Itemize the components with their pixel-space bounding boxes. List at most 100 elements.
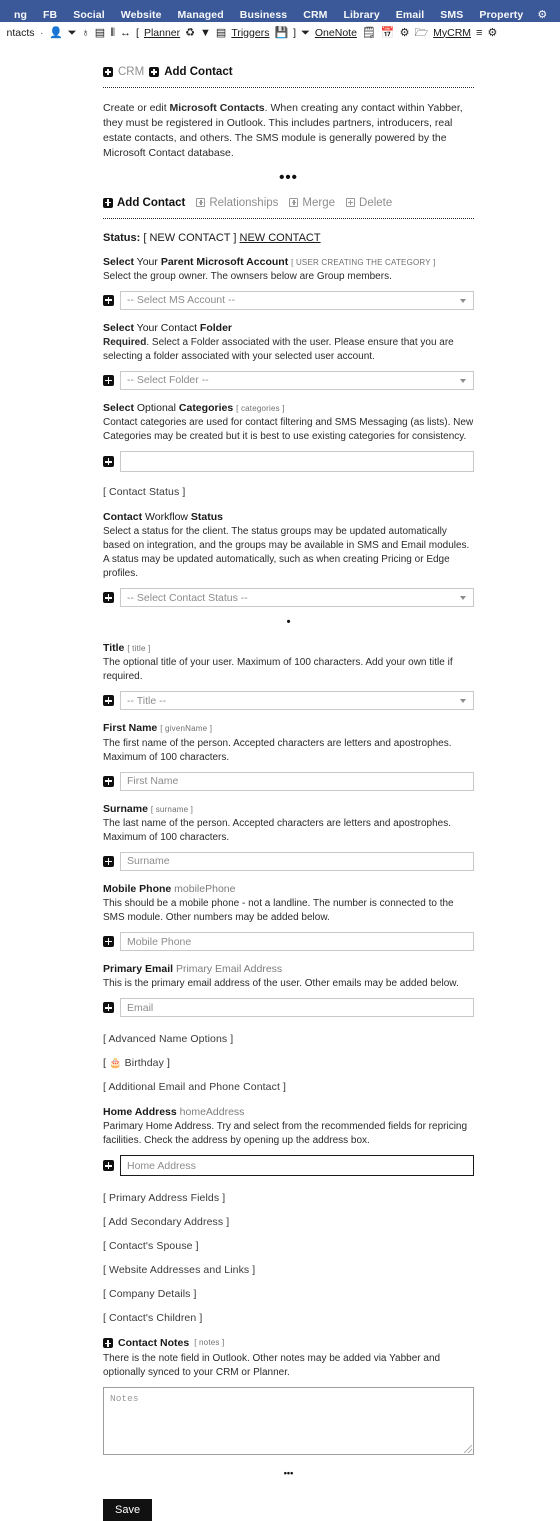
nav-item-email[interactable]: Email	[388, 9, 433, 21]
plus-icon[interactable]	[103, 936, 114, 947]
toolbar-separator: ·	[40, 26, 44, 39]
label-contact-notes: Contact Notes	[118, 1337, 190, 1350]
first-name-input[interactable]: First Name	[120, 771, 474, 791]
bracket-open: [	[136, 26, 139, 39]
calendar-icon[interactable]: ▤	[92, 26, 107, 40]
divider	[103, 217, 474, 219]
plus-outline-icon[interactable]	[346, 198, 356, 208]
add-person-icon[interactable]: 👤	[47, 26, 66, 40]
title-select[interactable]: -- Title --	[120, 691, 474, 711]
link-add-secondary-address[interactable]: [ Add Secondary Address ]	[103, 1216, 474, 1228]
email-input[interactable]: Email	[120, 998, 474, 1018]
nav-item-library[interactable]: Library	[335, 9, 387, 21]
mobile-phone-input[interactable]: Mobile Phone	[120, 932, 474, 951]
field-surname: Surname [ surname ] The last name of the…	[103, 802, 474, 871]
note-icon[interactable]: ⏷	[65, 26, 79, 40]
nav-item-managed[interactable]: Managed	[170, 9, 232, 21]
filter-icon[interactable]: ▼	[198, 26, 214, 40]
plus-icon[interactable]	[149, 67, 160, 77]
sliders-icon[interactable]: ⦀	[108, 26, 118, 40]
link-birthday[interactable]: [ 🎂 Birthday ]	[103, 1057, 474, 1069]
plus-icon[interactable]	[103, 592, 114, 604]
link-contact-status[interactable]: [ Contact Status ]	[103, 486, 474, 498]
nav-item-business[interactable]: Business	[232, 9, 296, 21]
onenote-note-icon[interactable]: ⏷	[299, 26, 313, 40]
settings-gear-icon[interactable]: ⚙	[531, 9, 553, 21]
contact-folder-select[interactable]: -- Select Folder --	[120, 370, 474, 390]
field-description: There is the note field in Outlook. Othe…	[103, 1352, 441, 1378]
home-address-input[interactable]: Home Address	[120, 1155, 474, 1177]
nav-item-property[interactable]: Property	[471, 9, 531, 21]
plus-icon[interactable]	[103, 294, 114, 306]
toolbar-gear-icon[interactable]: ⚙	[485, 26, 500, 40]
recycle-icon[interactable]: ♻	[183, 26, 198, 40]
breadcrumb: CRM Add Contact	[103, 66, 474, 78]
tab-relationships[interactable]: Relationships	[209, 197, 278, 209]
plus-outline-icon[interactable]	[289, 198, 299, 208]
contact-status-select[interactable]: -- Select Contact Status --	[120, 588, 474, 608]
surname-input[interactable]: Surname	[120, 851, 474, 871]
required-tag: Required	[103, 336, 147, 348]
save-button[interactable]: Save	[103, 1498, 153, 1521]
clipboard-icon[interactable]: 🗒	[359, 26, 378, 40]
link-company-details[interactable]: [ Company Details ]	[103, 1288, 474, 1300]
tab-add-contact[interactable]: Add Contact	[117, 197, 185, 209]
hamburger-menu-icon[interactable]: ≡	[474, 26, 485, 40]
label-select: Select	[103, 255, 134, 268]
link-additional-email-phone[interactable]: [ Additional Email and Phone Contact ]	[103, 1081, 474, 1093]
field-primary-email: Primary Email Primary Email Address This…	[103, 962, 474, 1018]
label-folder: Folder	[199, 321, 232, 334]
home-address-placeholder: Home Address	[127, 1159, 196, 1172]
status-link[interactable]: NEW CONTACT	[240, 232, 321, 244]
tab-merge[interactable]: Merge	[302, 197, 335, 209]
plus-icon[interactable]	[103, 695, 114, 707]
plus-icon[interactable]	[103, 67, 113, 77]
microphone-icon[interactable]: ♁	[79, 26, 92, 40]
arrows-icon[interactable]: ↔	[118, 26, 134, 40]
plus-icon[interactable]	[103, 1002, 114, 1014]
nav-item-website[interactable]: Website	[113, 9, 170, 21]
divider	[103, 87, 474, 88]
planner-link[interactable]: Planner	[141, 26, 182, 40]
categories-input[interactable]	[120, 451, 474, 473]
link-contacts-children[interactable]: [ Contact's Children ]	[103, 1312, 474, 1324]
notes-textarea[interactable]: Notes	[103, 1386, 474, 1455]
plus-icon[interactable]	[103, 775, 114, 787]
link-website-addresses[interactable]: [ Website Addresses and Links ]	[103, 1264, 474, 1276]
label-mobile-phone-key: mobilePhone	[174, 882, 236, 895]
save-disk-icon[interactable]: 💾	[272, 26, 291, 40]
title-select-value: -- Title --	[127, 694, 167, 707]
link-advanced-name-options[interactable]: [ Advanced Name Options ]	[103, 1033, 474, 1045]
plus-icon[interactable]	[103, 855, 114, 867]
toolbar-contacts-label[interactable]: ntacts	[4, 26, 37, 40]
calendar-month-icon[interactable]: 📅	[378, 26, 397, 40]
plus-outline-icon[interactable]	[196, 198, 206, 208]
group-settings-icon[interactable]: ⚙	[397, 26, 412, 40]
nav-item-0[interactable]: ng	[6, 9, 35, 21]
footer-ellipsis: •••	[283, 1467, 294, 1478]
folder-icon[interactable]: 🗁	[412, 26, 431, 40]
plus-icon[interactable]	[103, 456, 114, 468]
nav-item-sms[interactable]: SMS	[432, 9, 471, 21]
surname-placeholder: Surname	[127, 855, 170, 868]
tab-delete[interactable]: Delete	[359, 197, 392, 209]
breadcrumb-parent[interactable]: CRM	[118, 66, 144, 78]
triggers-link[interactable]: Triggers	[229, 26, 272, 40]
plus-icon[interactable]	[103, 374, 114, 386]
label-hint: [ USER CREATING THE CATEGORY ]	[291, 257, 436, 267]
plus-icon[interactable]	[103, 1160, 114, 1172]
list-icon[interactable]: ▤	[213, 26, 228, 40]
link-primary-address-fields[interactable]: [ Primary Address Fields ]	[103, 1192, 474, 1204]
link-contacts-spouse[interactable]: [ Contact's Spouse ]	[103, 1240, 474, 1252]
label-select: Select	[103, 321, 134, 334]
plus-icon[interactable]	[103, 197, 113, 208]
plus-icon[interactable]	[103, 1338, 113, 1349]
onenote-link[interactable]: OneNote	[312, 26, 359, 40]
nav-item-social[interactable]: Social	[65, 9, 113, 21]
nav-item-fb[interactable]: FB	[35, 9, 65, 21]
resize-handle-icon[interactable]	[464, 1444, 472, 1453]
ms-account-select[interactable]: -- Select MS Account --	[120, 290, 474, 310]
field-categories: Select Optional Categories [ categories …	[103, 401, 474, 473]
nav-item-crm[interactable]: CRM	[295, 9, 335, 21]
mycrm-link[interactable]: MyCRM	[431, 26, 474, 40]
